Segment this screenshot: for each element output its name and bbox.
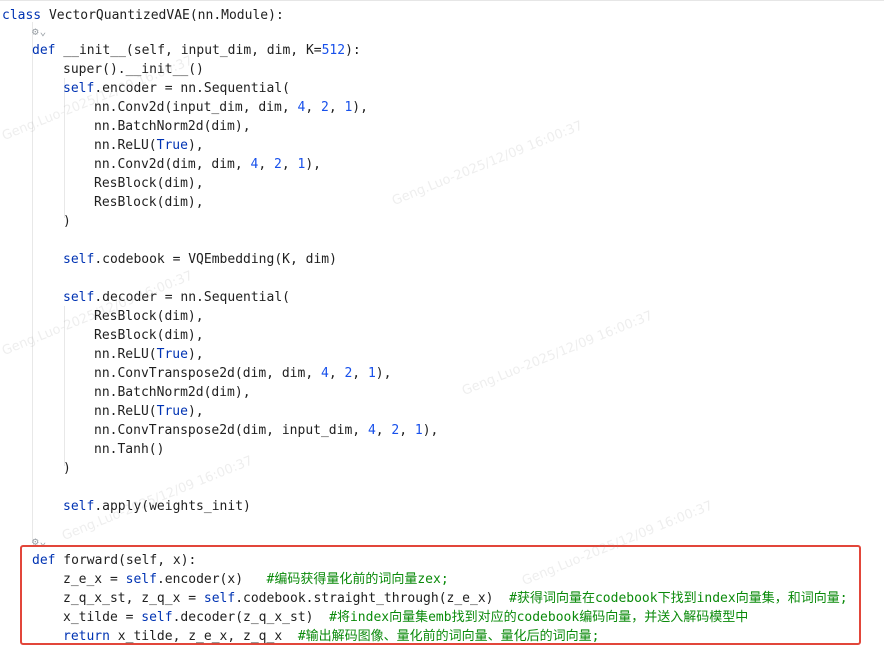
code-comment: #获得词向量在codebook下找到index向量集，和词向量; xyxy=(509,591,848,606)
indent-guide xyxy=(32,22,33,542)
code-line: ) xyxy=(63,461,71,476)
code-line: z_q_x_st, z_q_x = self.codebook.straight… xyxy=(63,591,848,606)
code-comment: #编码获得量化前的词向量zex; xyxy=(266,572,449,587)
code-line: nn.BatchNorm2d(dim), xyxy=(94,119,251,134)
code-line: nn.ReLU(True), xyxy=(94,404,204,419)
code-line: nn.ReLU(True), xyxy=(94,347,204,362)
code-line: def forward(self, x): xyxy=(32,553,197,568)
code-line: return x_tilde, z_e_x, z_q_x #输出解码图像、量化前… xyxy=(63,629,600,644)
code-line: nn.Tanh() xyxy=(94,442,165,457)
code-line: nn.Conv2d(dim, dim, 4, 2, 1), xyxy=(94,157,321,172)
watermark: Geng.Luo-2025/12/09 16:00:37 xyxy=(390,118,586,209)
editor-top-border xyxy=(0,0,884,1)
code-line: ResBlock(dim), xyxy=(94,328,204,343)
code-line: self.decoder = nn.Sequential( xyxy=(63,290,290,305)
code-line: ResBlock(dim), xyxy=(94,176,204,191)
code-line: nn.ReLU(True), xyxy=(94,138,204,153)
code-line: class VectorQuantizedVAE(nn.Module): xyxy=(2,8,284,23)
code-line: nn.ConvTranspose2d(dim, input_dim, 4, 2,… xyxy=(94,423,439,438)
code-line: nn.ConvTranspose2d(dim, dim, 4, 2, 1), xyxy=(94,366,392,381)
code-comment: #输出解码图像、量化前的词向量、量化后的词向量; xyxy=(297,629,600,644)
code-line: ) xyxy=(63,214,71,229)
code-line: ResBlock(dim), xyxy=(94,195,204,210)
code-comment: #将index向量集emb找到对应的codebook编码向量，并送入解码模型中 xyxy=(329,610,749,625)
indent-guide xyxy=(64,78,65,218)
watermark: Geng.Luo-2025/12/09 16:00:37 xyxy=(460,308,656,399)
code-line: z_e_x = self.encoder(x) #编码获得量化前的词向量zex; xyxy=(63,572,449,587)
code-line: nn.BatchNorm2d(dim), xyxy=(94,385,251,400)
code-line: x_tilde = self.decoder(z_q_x_st) #将index… xyxy=(63,610,749,625)
code-line: def __init__(self, input_dim, dim, K=512… xyxy=(32,43,361,58)
code-line: self.codebook = VQEmbedding(K, dim) xyxy=(63,252,337,267)
code-line: nn.Conv2d(input_dim, dim, 4, 2, 1), xyxy=(94,100,368,115)
fold-toggle-icon[interactable]: ⚙⌄ xyxy=(32,25,47,38)
